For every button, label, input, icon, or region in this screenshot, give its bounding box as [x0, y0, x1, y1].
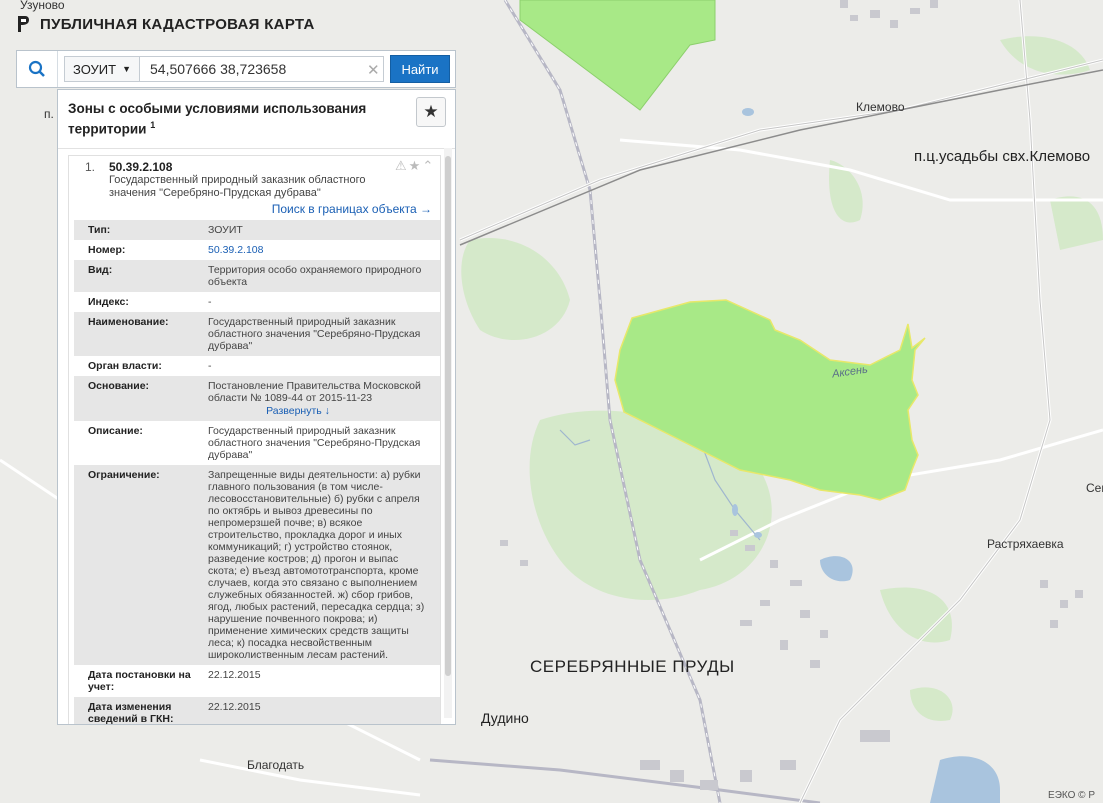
- property-row: Вид: Территория особо охраняемого природн…: [74, 260, 440, 292]
- map-label-klemovo: Клемово: [856, 100, 905, 114]
- map-label-uzunovo: Узуново: [20, 0, 65, 12]
- map-label-p: п.: [44, 107, 54, 121]
- property-row: Дата изменения сведений в ГКН: 22.12.2015: [74, 697, 440, 725]
- property-value: Государственный природный заказник облас…: [208, 425, 428, 461]
- property-row: Тип: ЗОУИТ: [74, 220, 440, 240]
- property-value-text: Постановление Правительства Московской о…: [208, 380, 421, 404]
- collapse-chevron-icon[interactable]: ⌃: [422, 158, 435, 173]
- panel-title-count: 1: [150, 120, 156, 130]
- property-value[interactable]: 50.39.2.108: [208, 244, 428, 256]
- property-row: Описание: Государственный природный заказ…: [74, 421, 440, 465]
- property-value-text: Запрещенные виды деятельности: а) рубки …: [208, 469, 425, 661]
- property-row: Дата постановки на учет: 22.12.2015: [74, 665, 440, 697]
- property-value-text[interactable]: 50.39.2.108: [208, 244, 263, 256]
- card-action-icons: ⚠★⌃: [395, 158, 435, 174]
- property-row: Наименование: Государственный природный з…: [74, 312, 440, 356]
- result-index: 1.: [85, 160, 96, 174]
- find-button[interactable]: Найти: [390, 55, 450, 83]
- property-key: Тип:: [88, 224, 111, 236]
- property-value-text: Территория особо охраняемого природного …: [208, 264, 422, 288]
- app-title: ПУБЛИЧНАЯ КАДАСТРОВАЯ КАРТА: [40, 15, 315, 33]
- property-value: Государственный природный заказник облас…: [208, 316, 428, 352]
- property-value-text: 22.12.2015: [208, 701, 261, 713]
- favorite-star-button[interactable]: ★: [416, 97, 446, 127]
- app-header: ПУБЛИЧНАЯ КАДАСТРОВАЯ КАРТА: [16, 14, 315, 34]
- property-key: Номер:: [88, 244, 126, 256]
- property-value: ЗОУИТ: [208, 224, 428, 236]
- scrollbar-thumb[interactable]: [445, 156, 451, 676]
- map-label-sem: Сем: [1086, 481, 1103, 495]
- result-card[interactable]: 1. 50.39.2.108 Государственный природный…: [68, 155, 441, 725]
- property-key: Вид:: [88, 264, 113, 276]
- result-description: Государственный природный заказник облас…: [109, 174, 366, 199]
- property-value-text: -: [208, 360, 212, 372]
- property-value: Постановление Правительства Московской о…: [208, 380, 428, 417]
- property-value: -: [208, 296, 428, 308]
- caret-down-icon: ▼: [122, 64, 131, 74]
- property-value-text: ЗОУИТ: [208, 224, 243, 236]
- search-bar: ЗОУИТ ▼ ✕ Найти: [16, 50, 456, 88]
- search-icon[interactable]: [17, 51, 58, 87]
- expand-link[interactable]: Развернуть ↓: [168, 405, 428, 417]
- map-label-rastryakhaevka: Растряхаевка: [987, 537, 1064, 551]
- property-row: Основание: Постановление Правительства Мо…: [74, 376, 440, 421]
- properties-table: Тип: ЗОУИТ Номер: 50.39.2.108 Вид: Территория…: [74, 220, 440, 725]
- map-attribution: ЕЭКО © Р: [1048, 790, 1095, 801]
- property-key: Ограничение:: [88, 469, 160, 481]
- panel-header: Зоны с особыми условиями использования т…: [58, 90, 455, 149]
- result-number: 50.39.2.108: [109, 160, 173, 174]
- map-label-serebryanye-prudy: СЕРЕБРЯННЫЕ ПРУДЫ: [530, 657, 735, 676]
- property-row: Номер: 50.39.2.108: [74, 240, 440, 260]
- property-key: Орган власти:: [88, 360, 162, 372]
- property-key: Индекс:: [88, 296, 129, 308]
- property-key: Дата постановки на учет:: [88, 669, 191, 693]
- property-value: Территория особо охраняемого природного …: [208, 264, 428, 288]
- property-key: Описание:: [88, 425, 143, 437]
- property-value-text: 22.12.2015: [208, 669, 261, 681]
- property-row: Ограничение: Запрещенные виды деятельност…: [74, 465, 440, 665]
- property-value: 22.12.2015: [208, 669, 428, 693]
- star-icon: ★: [423, 102, 439, 121]
- map-label-usadba: п.ц.усадьбы свх.Клемово: [914, 148, 1091, 165]
- map-label-blagodat: Благодать: [247, 758, 305, 772]
- property-value: 22.12.2015: [208, 701, 428, 724]
- panel-title: Зоны с особыми условиями использования т…: [68, 101, 367, 137]
- category-value: ЗОУИТ: [73, 61, 117, 77]
- property-key: Дата изменения сведений в ГКН:: [88, 701, 174, 725]
- property-value-text: -: [208, 296, 212, 308]
- clear-icon[interactable]: ✕: [367, 61, 380, 79]
- cadastral-logo-icon: [18, 16, 29, 32]
- property-row: Орган власти: -: [74, 356, 440, 376]
- card-star-icon[interactable]: ★: [409, 158, 423, 173]
- warning-icon[interactable]: ⚠: [395, 158, 409, 173]
- property-value: -: [208, 360, 428, 372]
- search-input[interactable]: [140, 56, 384, 82]
- search-in-bounds-link[interactable]: Поиск в границах объекта →: [272, 202, 432, 216]
- property-value: Запрещенные виды деятельности: а) рубки …: [208, 469, 428, 661]
- property-key: Наименование:: [88, 316, 169, 328]
- results-panel: Зоны с особыми условиями использования т…: [57, 89, 456, 725]
- property-row: Индекс: -: [74, 292, 440, 312]
- map-label-dudino: Дудино: [481, 710, 529, 726]
- panel-scrollbar[interactable]: [444, 148, 452, 718]
- property-value-text: Государственный природный заказник облас…: [208, 316, 421, 352]
- category-dropdown[interactable]: ЗОУИТ ▼: [64, 56, 140, 82]
- property-value-text: Государственный природный заказник облас…: [208, 425, 421, 461]
